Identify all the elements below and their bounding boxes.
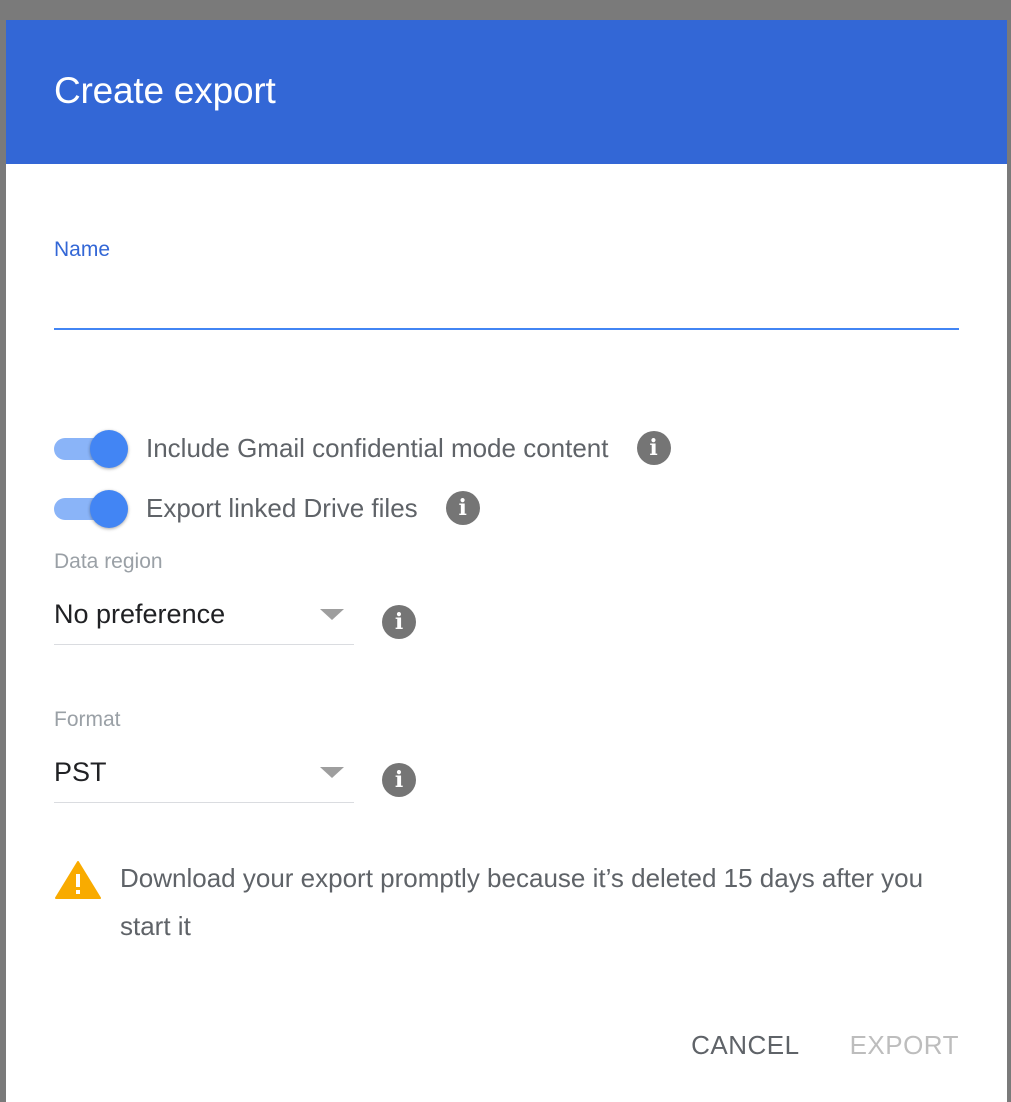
format-value: PST <box>54 757 107 787</box>
dialog-actions: CANCEL EXPORT <box>691 1030 959 1061</box>
dropdown-arrow-icon <box>320 609 344 620</box>
info-icon[interactable]: i <box>382 763 416 797</box>
linked-drive-label: Export linked Drive files <box>146 492 418 523</box>
warning-icon <box>55 861 101 899</box>
format-select[interactable]: PST <box>54 753 354 803</box>
export-button[interactable]: EXPORT <box>850 1030 959 1061</box>
confidential-mode-label: Include Gmail confidential mode content <box>146 432 609 463</box>
warning-text: Download your export promptly because it… <box>120 863 924 941</box>
data-region-value: No preference <box>54 599 226 629</box>
info-icon[interactable]: i <box>445 491 480 525</box>
toggle-thumb <box>90 490 128 528</box>
confidential-mode-toggle[interactable] <box>54 428 128 468</box>
toggle-thumb <box>90 430 128 468</box>
data-region-select[interactable]: No preference <box>54 595 354 645</box>
linked-drive-toggle[interactable] <box>54 488 128 528</box>
dialog-title: Create export <box>54 70 276 111</box>
name-label: Name <box>54 238 111 261</box>
dialog-header: Create export <box>6 20 1007 164</box>
dropdown-arrow-icon <box>320 767 344 778</box>
data-region-label: Data region <box>54 550 163 573</box>
cancel-button[interactable]: CANCEL <box>691 1030 799 1061</box>
toggle-row-drive: Export linked Drive files i <box>54 488 480 528</box>
info-icon[interactable]: i <box>636 431 671 465</box>
warning-message: Download your export promptly because it… <box>54 858 934 950</box>
format-label: Format <box>54 708 121 731</box>
create-export-dialog: Create export Name Include Gmail confide… <box>6 20 1007 1102</box>
toggle-row-confidential: Include Gmail confidential mode content … <box>54 428 671 468</box>
name-input[interactable] <box>54 282 959 330</box>
info-icon[interactable]: i <box>382 605 416 639</box>
